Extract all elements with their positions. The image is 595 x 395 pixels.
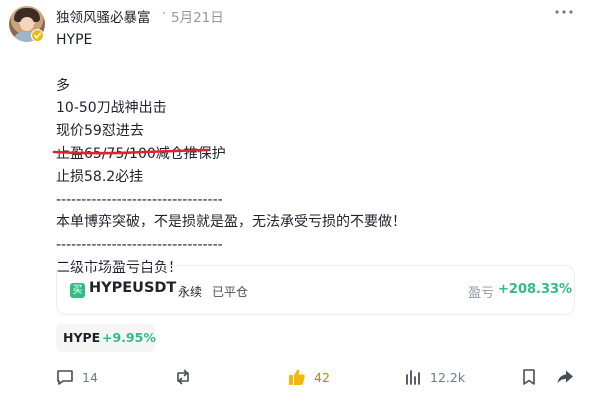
comment-count: 14 [82, 369, 98, 385]
post-line: --------------------------------- [56, 191, 223, 208]
post-line: 多 [56, 77, 70, 94]
pnl-value: +208.33% [498, 282, 573, 297]
post-line: 10-50刀战神出击 [56, 100, 167, 117]
views-bar-icon [406, 370, 420, 385]
post-line: --------------------------------- [56, 237, 223, 254]
trade-pair: HYPEUSDT [89, 280, 177, 296]
meta-separator: · [162, 6, 167, 22]
view-count: 12.2k [430, 369, 466, 385]
comment-button[interactable]: 14 [55, 366, 98, 388]
post-line: HYPE [56, 32, 93, 48]
post-line: 现价59怼进去 [56, 123, 144, 140]
bookmark-button[interactable] [519, 366, 539, 388]
verified-badge-icon [31, 29, 44, 42]
post-line: 本单博弈突破，不是损就是盈，无法承受亏损的不要做！ [56, 214, 406, 231]
share-button[interactable] [555, 366, 575, 388]
trade-card[interactable]: 买 HYPEUSDT 永续 已平仓 盈亏 +208.33% [56, 265, 575, 315]
thumbs-up-icon [289, 369, 305, 385]
contract-type: 永续 [178, 285, 203, 299]
share-icon [557, 370, 573, 384]
pnl-label: 盈亏 [468, 286, 495, 301]
comment-icon [57, 370, 73, 385]
buy-badge: 买 [70, 283, 85, 298]
post-date: 5月21日 [171, 10, 224, 26]
position-status: 已平仓 [212, 285, 249, 299]
highlight-underline [52, 148, 210, 155]
author-name[interactable]: 独领风骚必暴富 [56, 6, 151, 26]
repost-button[interactable] [173, 366, 193, 388]
like-count: 42 [314, 369, 330, 385]
post-line: 止损58.2必挂 [56, 168, 144, 185]
views-indicator: 12.2k [403, 366, 465, 388]
post-line [56, 52, 586, 75]
repost-icon [177, 369, 189, 385]
like-button[interactable]: 42 [287, 366, 330, 388]
bookmark-icon [523, 369, 535, 385]
ticker-change: +9.95% [102, 330, 156, 345]
ticker-symbol: HYPE [63, 330, 101, 345]
ticker-chip[interactable]: HYPE +9.95% [56, 324, 156, 352]
more-horizontal-icon[interactable] [552, 3, 576, 21]
